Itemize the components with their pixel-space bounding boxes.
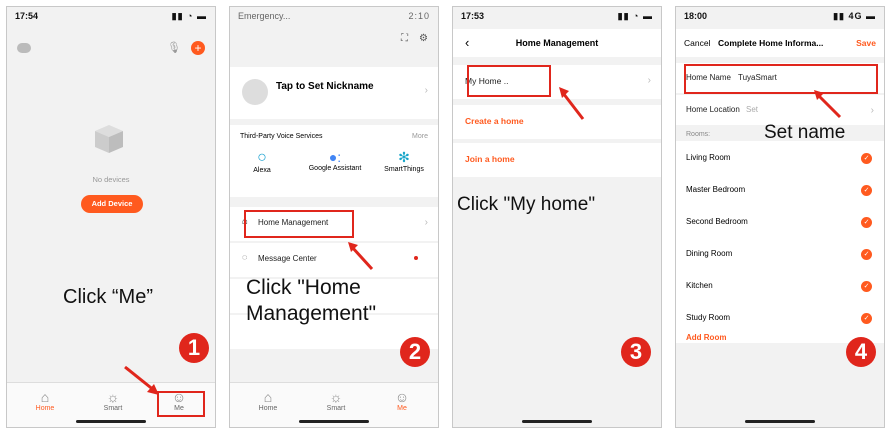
tab-bar: ⌂ Home ☼ Smart ☺ Me (230, 382, 438, 427)
tab-home[interactable]: ⌂ Home (248, 389, 288, 412)
tab-me[interactable]: ☺ Me (382, 389, 422, 412)
sun-icon: ☼ (329, 389, 343, 405)
pointer-arrow (124, 365, 159, 395)
step-number: 2 (400, 337, 430, 367)
step-number: 4 (846, 337, 876, 367)
home-indicator (745, 420, 815, 423)
screenshot-panel-3: 17:53 ▮▮ ◔ ▬ ‹ Home Management My Home .… (452, 6, 662, 428)
step-number: 3 (621, 337, 651, 367)
screenshot-panel-2: Emergency... 2:10 ⛶ ⚙ Tap to Set Nicknam… (229, 6, 439, 428)
home-indicator (299, 420, 369, 423)
screenshot-panel-1: 17:54 ▮▮ ◔ ▬ 🎙 + No devices Add Device C… (6, 6, 216, 428)
screenshot-panel-4: 18:00 ▮▮ 4G ▬ Cancel Complete Home Infor… (675, 6, 885, 428)
instruction-caption: Click "My home" (457, 194, 596, 215)
user-icon: ☺ (394, 389, 410, 405)
instruction-caption: Set name (764, 122, 846, 143)
home-icon: ⌂ (263, 389, 273, 405)
home-indicator (522, 420, 592, 423)
instruction-caption: Click "Home Management" (246, 276, 377, 325)
tab-smart[interactable]: ☼ Smart (316, 389, 356, 412)
